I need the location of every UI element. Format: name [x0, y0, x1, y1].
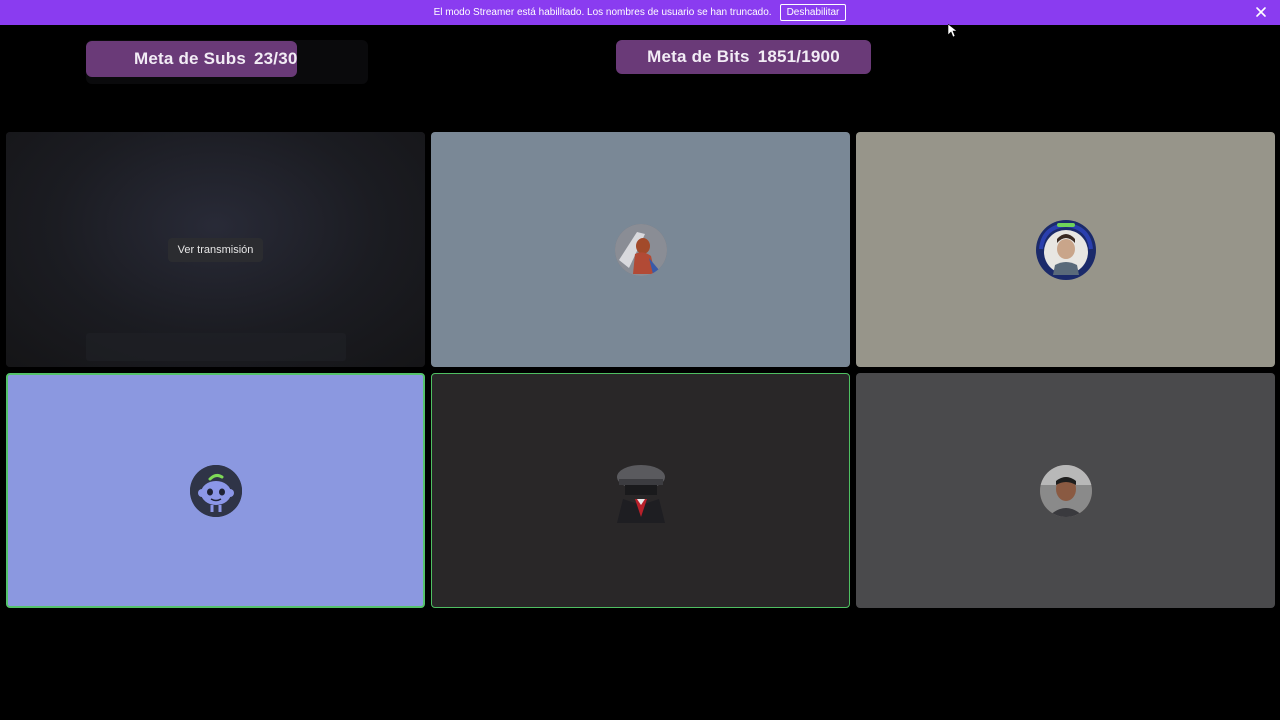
- disable-streamer-mode-button[interactable]: Deshabilitar: [779, 4, 847, 21]
- avatar: [614, 223, 667, 276]
- stream-preview-hud: [86, 333, 346, 361]
- close-icon[interactable]: [1254, 5, 1268, 19]
- participant-tile[interactable]: [856, 132, 1275, 367]
- participant-tile-speaking[interactable]: [6, 373, 425, 608]
- subs-goal: Meta de Subs 23/30: [86, 41, 297, 77]
- participant-tile-speaking[interactable]: [431, 373, 850, 608]
- mouse-cursor-icon: [948, 24, 958, 38]
- subs-goal-value: 23/30: [253, 49, 298, 68]
- avatar: [609, 459, 673, 523]
- bits-goal-label: Meta de Bits: [647, 47, 750, 66]
- subs-goal-label: Meta de Subs: [134, 49, 246, 68]
- avatar: [1035, 219, 1097, 281]
- participant-tile[interactable]: [856, 373, 1275, 608]
- bits-goal: Meta de Bits 1851/1900: [616, 40, 871, 74]
- participant-tile[interactable]: [431, 132, 850, 367]
- avatar: [1039, 464, 1092, 517]
- stream-tile[interactable]: Ver transmisión: [6, 132, 425, 367]
- clyde-avatar-icon: [189, 464, 242, 517]
- bits-goal-value: 1851/1900: [757, 47, 840, 66]
- watch-stream-button[interactable]: Ver transmisión: [167, 237, 264, 262]
- streamer-mode-banner: El modo Streamer está habilitado. Los no…: [0, 0, 1280, 25]
- streamer-mode-message: El modo Streamer está habilitado. Los no…: [433, 7, 772, 18]
